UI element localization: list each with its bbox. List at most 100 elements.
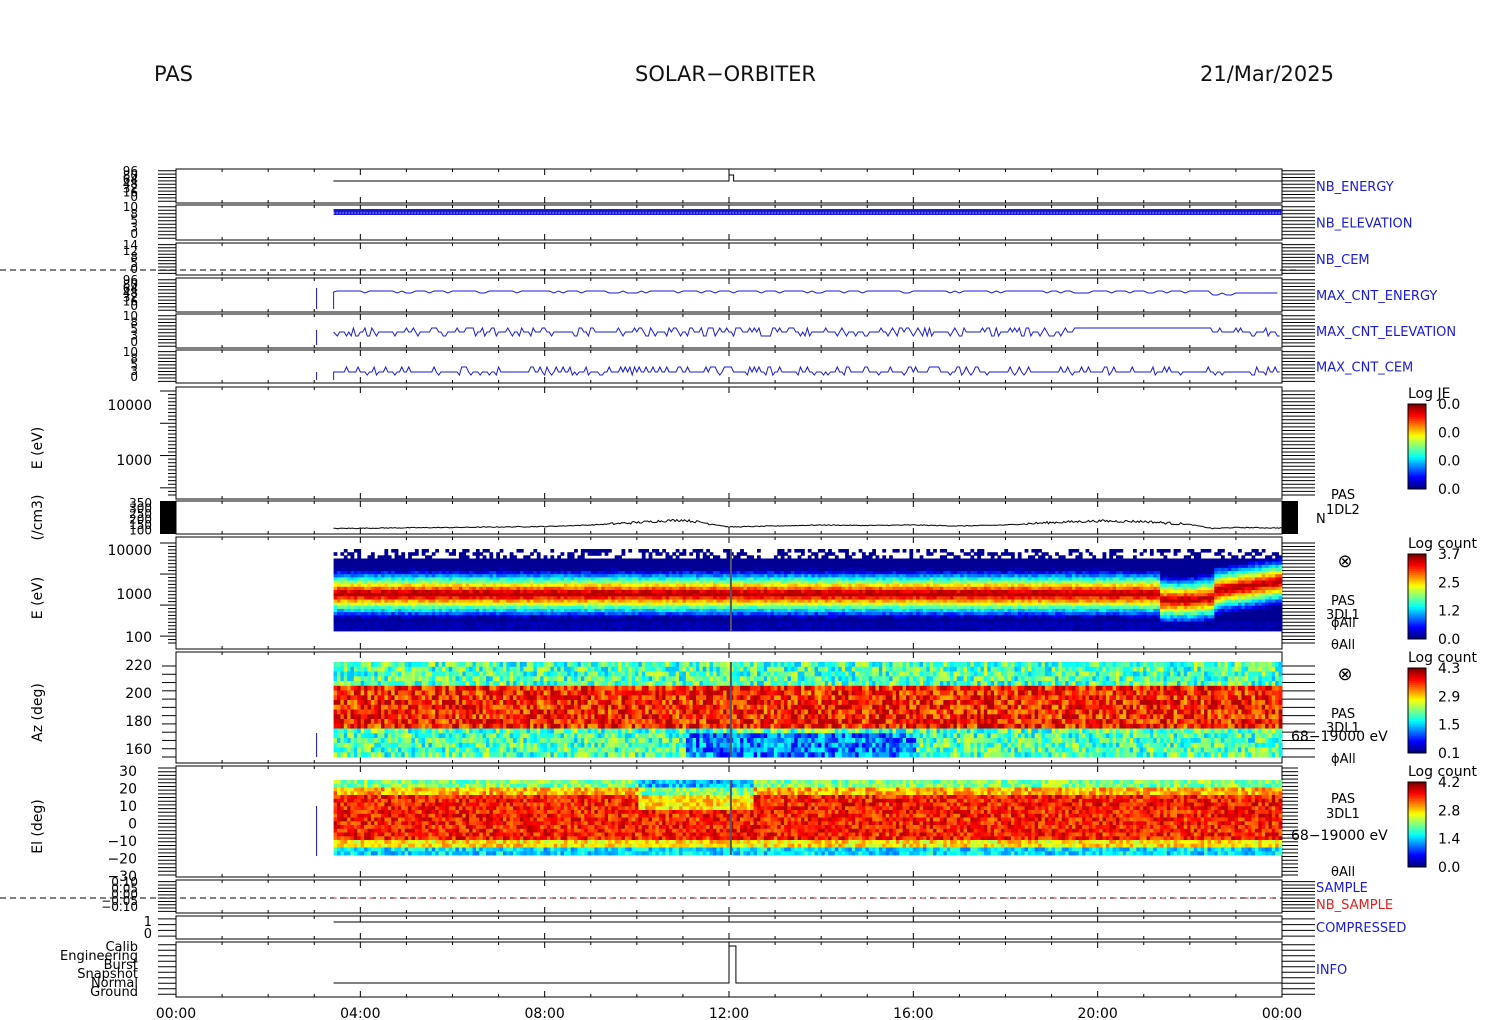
energy-spectrogram-cell: [594, 622, 598, 626]
energy-spectrogram-cell: [347, 584, 351, 588]
energy-spectrogram-cell: [896, 577, 900, 581]
energy-spectrogram-cell: [445, 590, 449, 594]
energy-spectrogram-cell: [384, 628, 388, 632]
energy-spectrogram-cell: [788, 593, 792, 597]
energy-spectrogram-cell: [896, 609, 900, 613]
energy-spectrogram-cell: [784, 590, 788, 594]
energy-spectrogram-cell: [408, 552, 412, 556]
energy-spectrogram-cell: [452, 562, 456, 566]
energy-spectrogram-cell: [703, 600, 707, 604]
energy-spectrogram-cell: [811, 584, 815, 588]
energy-spectrogram-cell: [540, 581, 544, 585]
energy-spectrogram-cell: [808, 628, 812, 632]
energy-spectrogram-cell: [747, 618, 751, 622]
energy-spectrogram-cell: [876, 606, 880, 610]
energy-spectrogram-cell: [821, 618, 825, 622]
energy-spectrogram-cell: [445, 581, 449, 585]
energy-spectrogram-cell: [456, 574, 460, 578]
energy-spectrogram-cell: [852, 628, 856, 632]
energy-spectrogram-cell: [804, 612, 808, 616]
energy-spectrogram-cell: [920, 628, 924, 632]
energy-spectrogram-cell: [777, 593, 781, 597]
energy-spectrogram-cell: [781, 615, 785, 619]
energy-spectrogram-cell: [503, 600, 507, 604]
energy-spectrogram-cell: [506, 603, 510, 607]
energy-spectrogram-cell: [852, 618, 856, 622]
energy-spectrogram-cell: [832, 596, 836, 600]
energy-spectrogram-cell: [669, 584, 673, 588]
energy-spectrogram-cell: [408, 596, 412, 600]
energy-spectrogram-cell: [428, 555, 432, 559]
energy-spectrogram-cell: [865, 615, 869, 619]
energy-spectrogram-cell: [428, 622, 432, 626]
energy-spectrogram-cell: [428, 596, 432, 600]
energy-spectrogram-cell: [693, 577, 697, 581]
energy-spectrogram-cell: [540, 559, 544, 563]
energy-spectrogram-cell: [832, 568, 836, 572]
energy-spectrogram-cell: [693, 587, 697, 591]
energy-spectrogram-cell: [743, 618, 747, 622]
energy-spectrogram-cell: [432, 577, 436, 581]
energy-spectrogram-cell: [760, 618, 764, 622]
energy-spectrogram-cell: [510, 574, 514, 578]
energy-spectrogram-cell: [825, 612, 829, 616]
energy-spectrogram-cell: [886, 625, 890, 629]
energy-spectrogram-cell: [784, 568, 788, 572]
energy-spectrogram-cell: [649, 628, 653, 632]
energy-spectrogram-cell: [862, 555, 866, 559]
energy-spectrogram-cell: [337, 615, 341, 619]
energy-spectrogram-cell: [693, 603, 697, 607]
energy-spectrogram-cell: [896, 596, 900, 600]
energy-spectrogram-cell: [886, 587, 890, 591]
energy-spectrogram-cell: [872, 596, 876, 600]
energy-spectrogram-cell: [388, 568, 392, 572]
energy-spectrogram-cell: [517, 574, 521, 578]
energy-spectrogram-cell: [500, 603, 504, 607]
energy-spectrogram-cell: [594, 568, 598, 572]
energy-spectrogram-cell: [567, 612, 571, 616]
energy-spectrogram-cell: [909, 577, 913, 581]
energy-spectrogram-cell: [388, 603, 392, 607]
energy-spectrogram-cell: [364, 625, 368, 629]
energy-spectrogram-cell: [449, 568, 453, 572]
energy-spectrogram-cell: [459, 584, 463, 588]
energy-spectrogram-cell: [564, 618, 568, 622]
energy-spectrogram-cell: [808, 615, 812, 619]
energy-spectrogram-cell: [523, 590, 527, 594]
energy-spectrogram-cell: [686, 618, 690, 622]
energy-spectrogram-cell: [615, 584, 619, 588]
energy-spectrogram-cell: [561, 552, 565, 556]
energy-spectrogram-cell: [689, 628, 693, 632]
energy-spectrogram-cell: [517, 565, 521, 569]
energy-spectrogram-cell: [750, 562, 754, 566]
energy-spectrogram-cell: [537, 625, 541, 629]
energy-spectrogram-cell: [428, 587, 432, 591]
energy-spectrogram-cell: [659, 559, 663, 563]
energy-spectrogram-cell: [384, 568, 388, 572]
energy-spectrogram-cell: [364, 612, 368, 616]
energy-spectrogram-cell: [835, 587, 839, 591]
energy-spectrogram-cell: [896, 590, 900, 594]
energy-spectrogram-cell: [662, 562, 666, 566]
energy-spectrogram-cell: [449, 600, 453, 604]
energy-spectrogram-cell: [611, 625, 615, 629]
energy-spectrogram-cell: [594, 581, 598, 585]
energy-spectrogram-cell: [378, 618, 382, 622]
energy-spectrogram-cell: [899, 574, 903, 578]
energy-spectrogram-cell: [611, 606, 615, 610]
energy-spectrogram-cell: [676, 625, 680, 629]
energy-spectrogram-cell: [655, 628, 659, 632]
energy-spectrogram-cell: [832, 559, 836, 563]
energy-spectrogram-cell: [791, 593, 795, 597]
energy-spectrogram-cell: [737, 552, 741, 556]
energy-spectrogram-cell: [808, 584, 812, 588]
energy-spectrogram-cell: [351, 552, 355, 556]
energy-spectrogram-cell: [821, 590, 825, 594]
energy-spectrogram-cell: [808, 625, 812, 629]
energy-spectrogram-cell: [462, 568, 466, 572]
energy-spectrogram-cell: [357, 622, 361, 626]
energy-spectrogram-cell: [642, 590, 646, 594]
energy-spectrogram-cell: [750, 622, 754, 626]
energy-spectrogram-cell: [493, 625, 497, 629]
energy-spectrogram-cell: [371, 600, 375, 604]
